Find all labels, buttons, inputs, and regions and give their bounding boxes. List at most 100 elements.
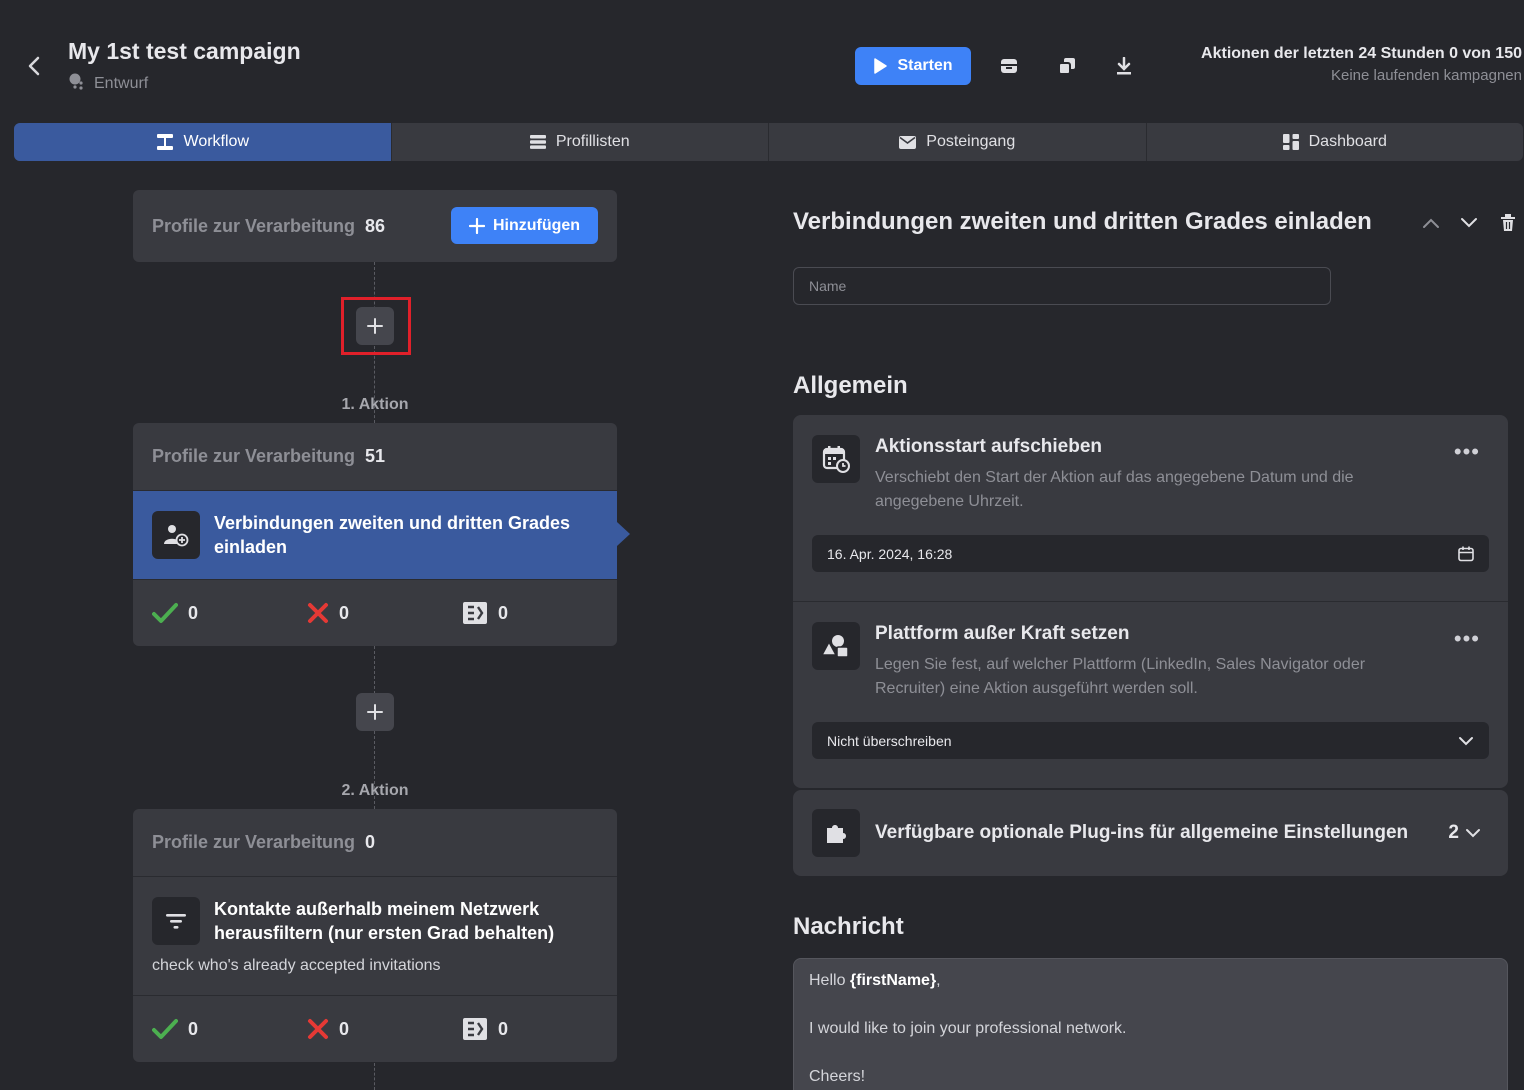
tab-label: Profillisten [555, 133, 630, 150]
setting-description: Legen Sie fest, auf welcher Plattform (L… [875, 656, 1366, 697]
tab-inbox[interactable]: Posteingang [769, 123, 1147, 161]
duplicate-icon[interactable] [1055, 54, 1079, 78]
add-step-button[interactable] [356, 693, 394, 731]
action-label-2: 2. Aktion [341, 782, 409, 799]
name-input[interactable] [793, 267, 1331, 305]
setting-delay-start: ••• Aktionsstart aufschieben Verschiebt … [793, 415, 1508, 572]
general-settings-panel: ••• Aktionsstart aufschieben Verschiebt … [793, 415, 1508, 788]
profiles-label: Profile zur Verarbeitung [152, 446, 356, 466]
shapes-icon [812, 622, 860, 670]
trash-icon[interactable] [1497, 212, 1519, 234]
chevron-down-icon[interactable] [1458, 212, 1480, 234]
add-label: Hinzufügen [492, 216, 581, 234]
step-title: Verbindungen zweiten und dritten Grades … [214, 513, 571, 557]
action-label-1: 1. Aktion [341, 396, 409, 413]
download-icon[interactable] [1112, 54, 1136, 78]
add-profiles-button[interactable]: Hinzufügen [451, 207, 598, 244]
source-card: Profile zur Verarbeitung 86 Hinzufügen [133, 190, 617, 262]
puzzle-icon [812, 809, 860, 857]
tab-workflow[interactable]: Workflow [14, 123, 392, 161]
profiles-count: 86 [365, 215, 386, 236]
more-options-icon[interactable]: ••• [1454, 626, 1480, 652]
cross-icon [308, 1019, 328, 1039]
message-line-2: I would like to join your professional n… [809, 1020, 1127, 1037]
platform-select[interactable]: Nicht überschreiben [812, 722, 1489, 759]
action-card-2: Profile zur Verarbeitung 0 Kontakte auße… [133, 809, 617, 1062]
detail-title: Verbindungen zweiten und dritten Grades … [793, 208, 1372, 235]
calendar-icon [1458, 546, 1474, 561]
profiles-label: Profile zur Verarbeitung [152, 832, 356, 852]
highlight-box [341, 297, 411, 355]
main-tabs: Workflow Profillisten Posteingang Dashbo… [14, 123, 1523, 161]
message-editor[interactable]: Hello {firstName}, I would like to join … [793, 958, 1508, 1090]
platform-value: Nicht überschreiben [827, 732, 952, 749]
chevron-up-icon[interactable] [1420, 212, 1442, 234]
action-card-1: Profile zur Verarbeitung 51 Verbindungen… [133, 423, 617, 646]
tab-label: Posteingang [926, 133, 1016, 150]
stat-success: 0 [152, 1018, 307, 1040]
stat-skipped: 0 [462, 1017, 617, 1041]
date-time-picker[interactable]: 16. Apr. 2024, 16:28 [812, 535, 1489, 572]
list-icon [529, 135, 546, 149]
campaign-title: My 1st test campaign [68, 38, 301, 64]
setting-title: Plattform außer Kraft setzen [875, 623, 1130, 644]
profiles-label: Profile zur Verarbeitung [152, 215, 356, 236]
dashboard-icon [1282, 134, 1299, 150]
check-icon [152, 603, 178, 623]
stat-skipped: 0 [462, 601, 617, 625]
chevron-down-icon [1459, 736, 1473, 745]
step-note: check who's already accepted invitations [152, 957, 441, 974]
section-message: Nachricht [793, 913, 904, 940]
skip-icon [463, 1018, 487, 1040]
connector-line [374, 1063, 375, 1090]
selected-pointer [617, 522, 630, 546]
stat-failed: 0 [307, 602, 462, 624]
plugins-count: 2 [1448, 822, 1459, 843]
plugins-title: Verfügbare optionale Plug-ins für allgem… [875, 822, 1409, 843]
tab-label: Workflow [183, 133, 250, 150]
message-line-1: Hello {firstName}, [809, 972, 941, 989]
actions-info: Aktionen der letzten 24 Stunden 0 von 15… [1201, 45, 1522, 84]
setting-description: Verschiebt den Start der Aktion auf das … [875, 469, 1354, 510]
profiles-count: 0 [365, 832, 376, 852]
check-icon [152, 1019, 178, 1039]
setting-title: Aktionsstart aufschieben [875, 436, 1102, 457]
stat-failed: 0 [307, 1018, 462, 1040]
tab-label: Dashboard [1308, 133, 1387, 150]
invite-user-icon [152, 511, 200, 559]
archive-icon[interactable] [997, 54, 1021, 78]
action-stats: 0 0 0 [133, 579, 617, 646]
filter-icon [152, 897, 200, 945]
step-invite-connections[interactable]: Verbindungen zweiten und dritten Grades … [133, 490, 617, 579]
draft-icon [68, 72, 86, 95]
cross-icon [308, 603, 328, 623]
stat-success: 0 [152, 602, 307, 624]
action-stats: 0 0 0 [133, 995, 617, 1062]
step-title: Kontakte außerhalb meinem Netzwerk herau… [214, 899, 555, 943]
tab-profile-lists[interactable]: Profillisten [392, 123, 769, 161]
running-campaigns: Keine laufenden kampagnen [1331, 67, 1522, 84]
start-button[interactable]: Starten [855, 47, 971, 85]
back-button[interactable] [22, 54, 46, 78]
status-label: Entwurf [94, 74, 149, 92]
workflow-icon [156, 134, 173, 150]
date-value: 16. Apr. 2024, 16:28 [827, 545, 953, 562]
tab-dashboard[interactable]: Dashboard [1147, 123, 1524, 161]
profiles-count: 51 [365, 446, 386, 466]
more-options-icon[interactable]: ••• [1454, 439, 1480, 465]
skip-icon [463, 602, 487, 624]
plus-icon [367, 704, 383, 720]
campaign-status: Entwurf [68, 72, 148, 95]
setting-platform-override: ••• Plattform außer Kraft setzen Legen S… [793, 601, 1508, 759]
chevron-down-icon [1466, 829, 1480, 838]
plugins-toggle[interactable]: 2 [1448, 822, 1481, 844]
start-label: Starten [897, 57, 953, 74]
message-line-3: Cheers! [809, 1068, 866, 1085]
variable-firstname: {firstName} [849, 972, 937, 989]
actions-count: Aktionen der letzten 24 Stunden 0 von 15… [1201, 45, 1522, 62]
calendar-clock-icon [812, 435, 860, 483]
plugins-panel[interactable]: Verfügbare optionale Plug-ins für allgem… [793, 790, 1508, 876]
plus-icon [468, 217, 485, 234]
step-filter-contacts[interactable]: Kontakte außerhalb meinem Netzwerk herau… [133, 876, 617, 995]
mail-icon [899, 135, 917, 149]
